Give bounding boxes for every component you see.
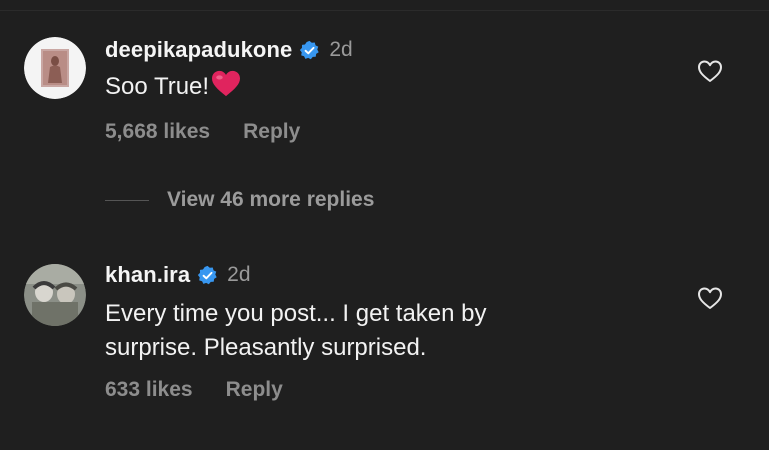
avatar[interactable] [24, 37, 86, 99]
comment-text: Soo True! [105, 70, 665, 104]
verified-badge-icon [198, 265, 217, 284]
comment-text-content: Soo True! [105, 73, 210, 100]
timestamp: 2d [329, 38, 353, 61]
username-row: deepikapadukone 2d [105, 37, 353, 63]
reply-button[interactable]: Reply [243, 120, 300, 144]
avatar-image [24, 264, 86, 326]
view-more-replies-label: View 46 more replies [167, 188, 375, 211]
reply-button[interactable]: Reply [226, 378, 283, 402]
comment-text: Every time you post... I get taken by su… [105, 297, 665, 365]
likes-count[interactable]: 5,668 likes [105, 120, 210, 144]
username-row: khan.ira 2d [105, 262, 251, 288]
comment-meta: 633 likes Reply [105, 378, 283, 402]
likes-count[interactable]: 633 likes [105, 378, 193, 402]
comment-text-line-2: surprise. Pleasantly surprised. [105, 334, 427, 361]
view-more-replies-button[interactable]: View 46 more replies [105, 188, 374, 212]
avatar[interactable] [24, 264, 86, 326]
verified-badge-icon [300, 40, 320, 59]
avatar-image [24, 37, 86, 99]
timestamp: 2d [227, 263, 251, 286]
comment-khan-ira: khan.ira 2d Every time you post... I get… [0, 250, 769, 430]
comment-meta: 5,668 likes Reply [105, 120, 300, 144]
red-heart-emoji-icon [212, 70, 241, 97]
username[interactable]: deepikapadukone [105, 37, 292, 63]
username[interactable]: khan.ira [105, 262, 190, 288]
like-heart-outline-icon[interactable] [697, 59, 723, 83]
like-heart-outline-icon[interactable] [697, 286, 723, 310]
replies-divider-line [105, 199, 149, 201]
comment-text-line-1: Every time you post... I get taken by [105, 300, 487, 327]
comment-deepikapadukone: deepikapadukone 2d Soo True! 5,668 likes… [0, 0, 769, 170]
